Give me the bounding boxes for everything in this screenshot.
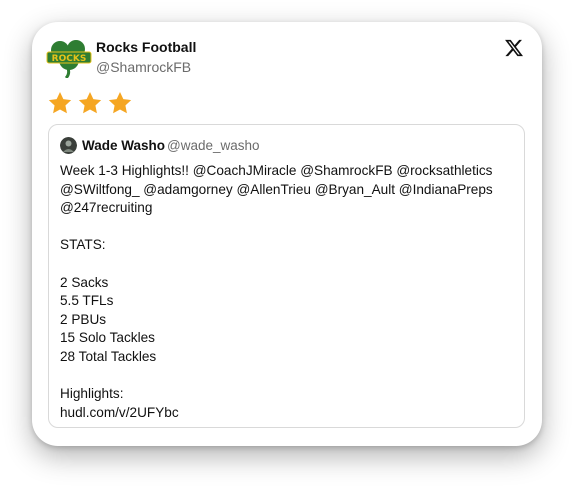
account-handle[interactable]: @ShamrockFB [96,59,191,75]
post-line: @247recruiting [60,200,153,216]
post-line-blank [60,367,520,386]
logo-text: ROCKS [52,54,87,64]
post-line: Highlights: [60,386,124,402]
account-name[interactable]: Rocks Football [96,39,196,55]
post-line: 2 Sacks [60,274,109,290]
quoted-post[interactable]: Wade Washo @wade_washo Week 1-3 Highligh… [48,124,525,428]
embedded-post-card: ROCKS Rocks Football @ShamrockFB Wade Wa… [32,22,542,446]
highlight-link[interactable]: hudl.com/v/2UFYbc [60,404,520,423]
quoted-author-handle[interactable]: @wade_washo [167,138,260,153]
star-icon [48,91,72,114]
star-icon [108,91,132,114]
post-line: Week 1-3 Highlights!! @CoachJMiracle @Sh… [60,163,493,178]
post-line-blank [60,255,520,274]
quoted-author-avatar[interactable] [60,137,77,154]
post-line: 15 Solo Tackles [60,330,155,346]
stage: ROCKS Rocks Football @ShamrockFB Wade Wa… [0,0,574,487]
post-line: STATS: [60,237,106,253]
quoted-post-text: Week 1-3 Highlights!! @CoachJMiracle @Sh… [60,162,520,422]
quoted-author-name[interactable]: Wade Washo [82,138,165,153]
star-rating [47,90,133,116]
post-line: 5.5 TFLs [60,293,114,309]
post-line-blank [60,218,520,237]
shamrock-logo[interactable]: ROCKS [46,38,92,80]
post-line: @SWiltfong_ @adamgorney @AllenTrieu @Bry… [60,181,493,197]
post-line: 28 Total Tackles [60,348,157,364]
star-icon [78,91,102,114]
post-line: 2 PBUs [60,311,107,327]
x-logo-icon[interactable] [504,38,524,58]
